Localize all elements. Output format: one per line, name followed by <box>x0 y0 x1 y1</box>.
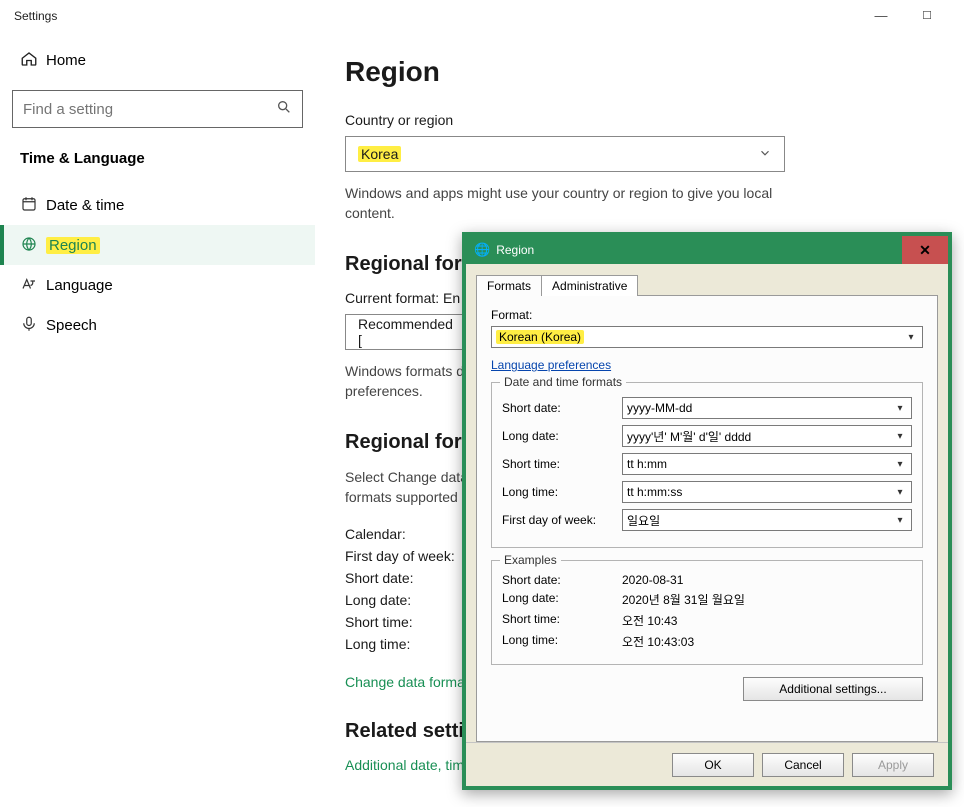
ex-long-date-label: Long date: <box>502 591 622 608</box>
chevron-down-icon <box>758 146 772 163</box>
long-date-value: yyyy'년' M'월' d'일' dddd <box>627 428 751 445</box>
date-time-formats-group: Date and time formats Short date: yyyy-M… <box>491 382 923 548</box>
settings-title: Settings <box>14 9 57 23</box>
home-row[interactable]: Home <box>0 40 315 80</box>
long-time-value: tt h:mm:ss <box>627 485 682 499</box>
apply-button[interactable]: Apply <box>852 753 934 777</box>
minimize-button[interactable]: — <box>858 8 904 23</box>
search-box[interactable] <box>12 90 303 128</box>
chevron-down-icon: ▾ <box>891 510 909 530</box>
first-day-label: First day of week: <box>502 513 622 527</box>
short-time-label: Short time: <box>502 457 622 471</box>
short-date-label: Short date: <box>502 401 622 415</box>
country-help: Windows and apps might use your country … <box>345 184 815 223</box>
cancel-button[interactable]: Cancel <box>762 753 844 777</box>
sidebar-item-language[interactable]: Language <box>0 265 315 305</box>
language-preferences-link[interactable]: Language preferences <box>491 358 611 372</box>
format-label: Format: <box>491 308 923 322</box>
sidebar-item-speech[interactable]: Speech <box>0 305 315 345</box>
change-data-formats-link[interactable]: Change data formats <box>345 674 476 690</box>
short-date-value: yyyy-MM-dd <box>627 401 692 415</box>
chevron-down-icon: ▾ <box>891 454 909 474</box>
region-dialog-title: Region <box>496 243 534 257</box>
tab-administrative[interactable]: Administrative <box>541 275 638 296</box>
recommended-option: Recommended [ <box>358 316 457 348</box>
ex-short-time-label: Short time: <box>502 612 622 629</box>
ok-button[interactable]: OK <box>672 753 754 777</box>
additional-settings-button[interactable]: Additional settings... <box>743 677 923 701</box>
chevron-down-icon: ▾ <box>891 482 909 502</box>
sidebar: Home Time & Language Date & time <box>0 32 315 807</box>
globe-icon <box>20 235 46 256</box>
globe-clock-icon: 🌐 <box>474 242 490 258</box>
short-date-select[interactable]: yyyy-MM-dd ▾ <box>622 397 912 419</box>
long-date-select[interactable]: yyyy'년' M'월' d'일' dddd ▾ <box>622 425 912 447</box>
chevron-down-icon: ▾ <box>891 426 909 446</box>
ex-short-date-label: Short date: <box>502 573 622 587</box>
settings-titlebar: Settings — ☐ <box>0 0 964 32</box>
format-value: Korean (Korea) <box>496 330 584 344</box>
regional-format-select[interactable]: Recommended [ <box>345 314 470 350</box>
sidebar-item-region[interactable]: Region <box>0 225 315 265</box>
short-time-select[interactable]: tt h:mm ▾ <box>622 453 912 475</box>
ex-short-date-value: 2020-08-31 <box>622 573 683 587</box>
country-label: Country or region <box>345 112 934 128</box>
ex-long-time-label: Long time: <box>502 633 622 650</box>
ex-short-time-value: 오전 10:43 <box>622 612 677 629</box>
home-icon <box>20 50 46 71</box>
page-title: Region <box>345 56 934 88</box>
search-icon <box>276 99 292 119</box>
country-value: Korea <box>358 146 401 162</box>
sidebar-item-label: Date & time <box>46 197 124 214</box>
maximize-button[interactable]: ☐ <box>904 9 950 22</box>
ex-long-date-value: 2020년 8월 31일 월요일 <box>622 591 745 608</box>
home-label: Home <box>46 52 86 69</box>
region-dialog: 🌐 Region ✕ Formats Administrative Format… <box>462 232 952 790</box>
long-time-label: Long time: <box>502 485 622 499</box>
sidebar-item-label: Region <box>46 237 100 254</box>
ex-long-time-value: 오전 10:43:03 <box>622 633 694 650</box>
microphone-icon <box>20 315 46 336</box>
chevron-down-icon: ▾ <box>902 327 920 347</box>
sidebar-item-label: Speech <box>46 317 97 334</box>
first-day-value: 일요일 <box>627 512 660 529</box>
language-icon <box>20 275 46 296</box>
close-button[interactable]: ✕ <box>902 236 948 264</box>
region-titlebar[interactable]: 🌐 Region ✕ <box>466 236 948 264</box>
sidebar-item-date-time[interactable]: Date & time <box>0 185 315 225</box>
sidebar-item-label: Language <box>46 277 113 294</box>
short-time-value: tt h:mm <box>627 457 667 471</box>
examples-group: Examples Short date: 2020-08-31 Long dat… <box>491 560 923 665</box>
examples-heading: Examples <box>500 553 561 567</box>
format-select[interactable]: Korean (Korea) ▾ <box>491 326 923 348</box>
chevron-down-icon: ▾ <box>891 398 909 418</box>
tab-strip: Formats Administrative <box>476 274 948 295</box>
tab-formats[interactable]: Formats <box>476 275 542 296</box>
clock-icon <box>20 195 46 216</box>
first-day-select[interactable]: 일요일 ▾ <box>622 509 912 531</box>
search-input[interactable] <box>23 101 276 118</box>
date-time-formats-heading: Date and time formats <box>500 375 626 389</box>
tab-panel-formats: Format: Korean (Korea) ▾ Language prefer… <box>476 295 938 742</box>
country-select[interactable]: Korea <box>345 136 785 172</box>
long-time-select[interactable]: tt h:mm:ss ▾ <box>622 481 912 503</box>
dialog-button-row: OK Cancel Apply <box>466 742 948 786</box>
sidebar-heading: Time & Language <box>0 142 315 185</box>
long-date-label: Long date: <box>502 429 622 443</box>
